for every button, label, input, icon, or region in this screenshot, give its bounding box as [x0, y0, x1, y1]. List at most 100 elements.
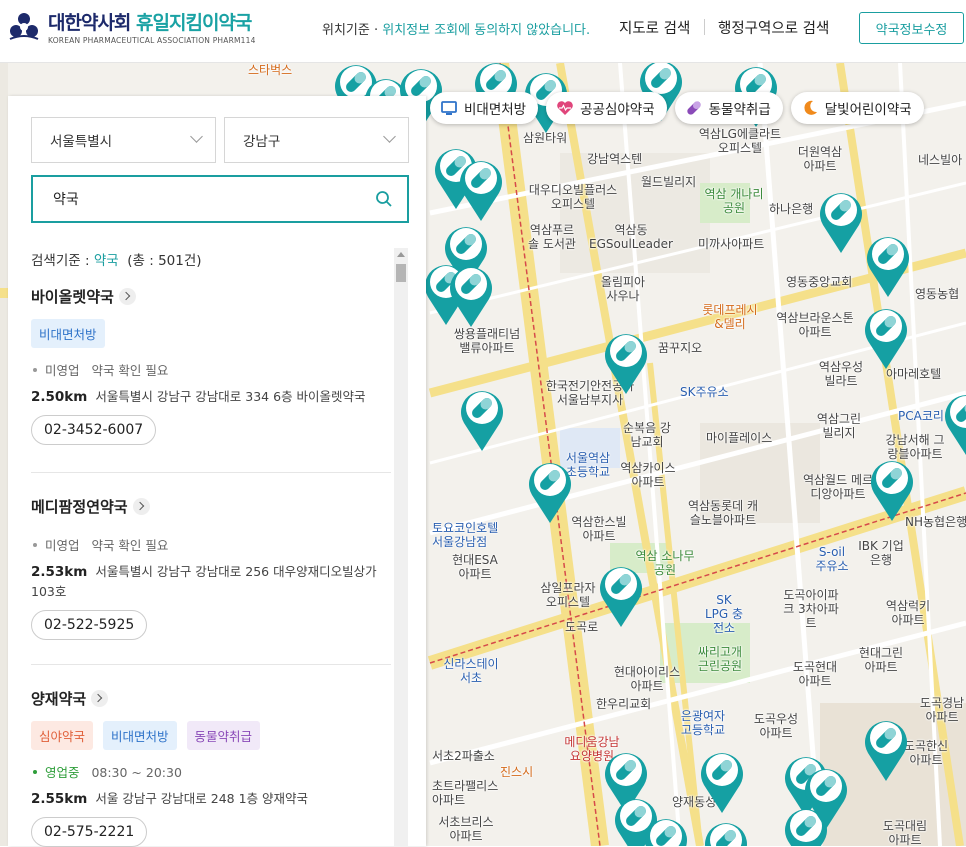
pharmacy-pin-icon[interactable]	[456, 385, 508, 453]
pharmacy-pin-icon[interactable]	[800, 763, 852, 831]
logo-subtitle: KOREAN PHARMACEUTICAL ASSOCIATION PHARM1…	[48, 36, 256, 45]
nav-divider	[704, 19, 705, 35]
map-label: 현대아이리스 아파트	[613, 665, 681, 693]
search-input[interactable]: 약국	[31, 175, 409, 223]
map-label: 역삼푸르솔 도서관	[528, 223, 576, 251]
capsule-icon	[686, 101, 701, 115]
map-label: 초트라팰리스 아파트	[432, 779, 499, 807]
location-consent-link[interactable]: 위치정보 조회에 동의하지 않았습니다.	[382, 23, 590, 38]
map-label: 싸리고개 근린공원	[697, 645, 743, 673]
phone-button[interactable]: 02-522-5925	[31, 610, 148, 640]
filter-night-pharmacy[interactable]: 공공심야약국	[546, 92, 667, 124]
map-label: 올림피아 사우나	[600, 275, 646, 303]
map-label: 현대ESA 아파트	[452, 553, 498, 581]
map-label: 꿈꾸지오	[658, 341, 703, 355]
map-label: 역삼 개나리공원	[704, 187, 764, 215]
map-label: 영동농협	[915, 287, 960, 301]
map-label: 역삼LG에클라트 오피스텔	[698, 127, 782, 155]
tag-list: 심야약국 비대면처방 동물약취급	[31, 721, 391, 750]
map-label: 마이플레이스	[706, 431, 773, 445]
moon-icon	[804, 100, 817, 115]
list-item[interactable]: 메디팜정연약국 미영업 약국 확인 필요 2.53km 서울특별시 강남구 강남대…	[31, 496, 391, 640]
map-label: 역삼월드 메르디앙아파트	[802, 473, 874, 501]
phone-button[interactable]: 02-575-2221	[31, 817, 148, 847]
pharmacy-pin-icon[interactable]	[866, 455, 918, 523]
chevron-right-icon[interactable]	[132, 498, 150, 515]
top-header: 대한약사회 휴일지킴이약국 KOREAN PHARMACEUTICAL ASSO…	[0, 0, 966, 63]
search-criteria: 검색기준 : 약국 (총 : 501건)	[31, 253, 202, 269]
map-label: 한우리교회	[596, 697, 652, 711]
monitor-icon	[441, 101, 457, 115]
pharmacy-name[interactable]: 양재약국	[31, 688, 391, 709]
pharmacy-pin-icon[interactable]	[640, 813, 692, 846]
filter-animal-medicine[interactable]: 동물약취급	[674, 92, 783, 124]
map-label: 영동중앙교회	[786, 275, 853, 289]
map-label: IBK 기업은행	[858, 539, 904, 567]
filter-telemedicine[interactable]: 비대면처방	[430, 92, 539, 124]
pharmacy-pin-icon[interactable]	[600, 328, 652, 396]
map-label: 강남역스텐	[587, 152, 643, 166]
tag-animal-medicine: 동물약취급	[186, 721, 261, 750]
pharmacy-pin-icon[interactable]	[455, 155, 507, 223]
map-label: 쌍용플래티넘 밸류아파트	[453, 327, 521, 355]
map-label: 삼일프라자 오피스텔	[540, 581, 596, 609]
search-panel: 서울특별시 강남구 약국 검색기준 : 약국 (총 : 501건) 바이올렛약국…	[8, 96, 426, 847]
phone-button[interactable]: 02-3452-6007	[31, 415, 157, 445]
chevron-down-icon	[190, 130, 203, 143]
tag-night-pharmacy: 심야약국	[31, 721, 94, 750]
divider	[31, 664, 391, 665]
map-label: 롯데프레시 &델리	[702, 303, 758, 331]
filter-moonlight-children[interactable]: 달빛어린이약국	[790, 92, 924, 124]
map-label: 현대그린 아파트	[858, 646, 904, 674]
business-status: 영업중 08:30 ~ 20:30	[31, 762, 391, 781]
scroll-up-icon[interactable]	[397, 252, 405, 257]
district-select[interactable]: 강남구	[224, 117, 409, 163]
pharmacy-pin-icon[interactable]	[860, 715, 912, 783]
scrollbar[interactable]	[394, 248, 408, 846]
map-label: 역삼동 EGSoulLeader	[589, 223, 673, 251]
pharmacy-name[interactable]: 메디팜정연약국	[31, 496, 391, 517]
tag-telemedicine: 비대면처방	[103, 721, 177, 750]
pharmacy-pin-icon[interactable]	[595, 561, 647, 629]
map-label: 도곡대림 아파트	[882, 819, 928, 846]
pharmacy-pin-icon[interactable]	[696, 747, 748, 815]
map-label: 토요코인호텔 서울강남점	[432, 521, 499, 549]
pharmacy-pin-icon[interactable]	[524, 457, 576, 525]
city-select[interactable]: 서울특별시	[31, 117, 216, 163]
nav-region-search[interactable]: 행정구역으로 검색	[718, 17, 829, 38]
pharmacy-name[interactable]: 바이올렛약국	[31, 286, 391, 307]
search-icon[interactable]	[375, 190, 393, 208]
map-label: 도곡경남 아파트	[919, 696, 965, 724]
pharmacy-address: 2.55km 서울 강남구 강남대로 248 1층 양재약국	[31, 791, 309, 807]
pharmacy-pin-icon[interactable]	[862, 231, 914, 299]
map-label: 도곡로	[565, 620, 599, 634]
logo[interactable]: 대한약사회 휴일지킴이약국 KOREAN PHARMACEUTICAL ASSO…	[6, 8, 256, 45]
map-label: 순복음 강남교회	[623, 421, 671, 449]
map-label: 대우디오빌플러스 오피스텔	[528, 183, 618, 211]
pharmacy-pin-icon[interactable]	[940, 389, 966, 457]
map-label: 도곡우성 아파트	[753, 712, 799, 740]
scroll-thumb[interactable]	[396, 264, 406, 282]
map-label: S-oil 주유소	[815, 545, 849, 573]
list-item[interactable]: 바이올렛약국 비대면처방 미영업 약국 확인 필요 2.50km 서울특별시 강남…	[31, 286, 391, 445]
list-item[interactable]: 양재약국 심야약국 비대면처방 동물약취급 영업중 08:30 ~ 20:30 …	[31, 688, 391, 847]
chevron-right-icon[interactable]	[118, 288, 136, 305]
map-label: 도곡현대 아파트	[792, 660, 838, 688]
pharmacy-pin-icon[interactable]	[860, 303, 912, 371]
map-label: 은광여자 고등학교	[680, 709, 726, 737]
map-label: 역삼그린 빌리지	[816, 412, 862, 440]
edit-pharmacy-info-button[interactable]: 약국정보수정	[859, 12, 964, 44]
map-label: 도곡아이파크 3차아파트	[783, 588, 839, 630]
pharmacy-address: 2.50km 서울특별시 강남구 강남대로 334 6층 바이올렛약국	[31, 389, 366, 405]
map-label: 서초브리스 아파트	[438, 815, 494, 843]
map-label: 스타벅스	[248, 63, 293, 77]
map-label: SK LPG 충전소	[704, 593, 744, 635]
pharmacy-pin-icon[interactable]	[445, 261, 497, 329]
pharmacy-pin-icon[interactable]	[700, 817, 752, 846]
pharmacy-pin-icon[interactable]	[815, 187, 867, 255]
chevron-right-icon[interactable]	[91, 690, 109, 707]
map-label: 신라스테이 서초	[443, 657, 499, 685]
map-label: 역삼한스빌 아파트	[571, 515, 627, 543]
nav-map-search[interactable]: 지도로 검색	[619, 17, 690, 38]
map-label: SK주유소	[680, 385, 729, 399]
